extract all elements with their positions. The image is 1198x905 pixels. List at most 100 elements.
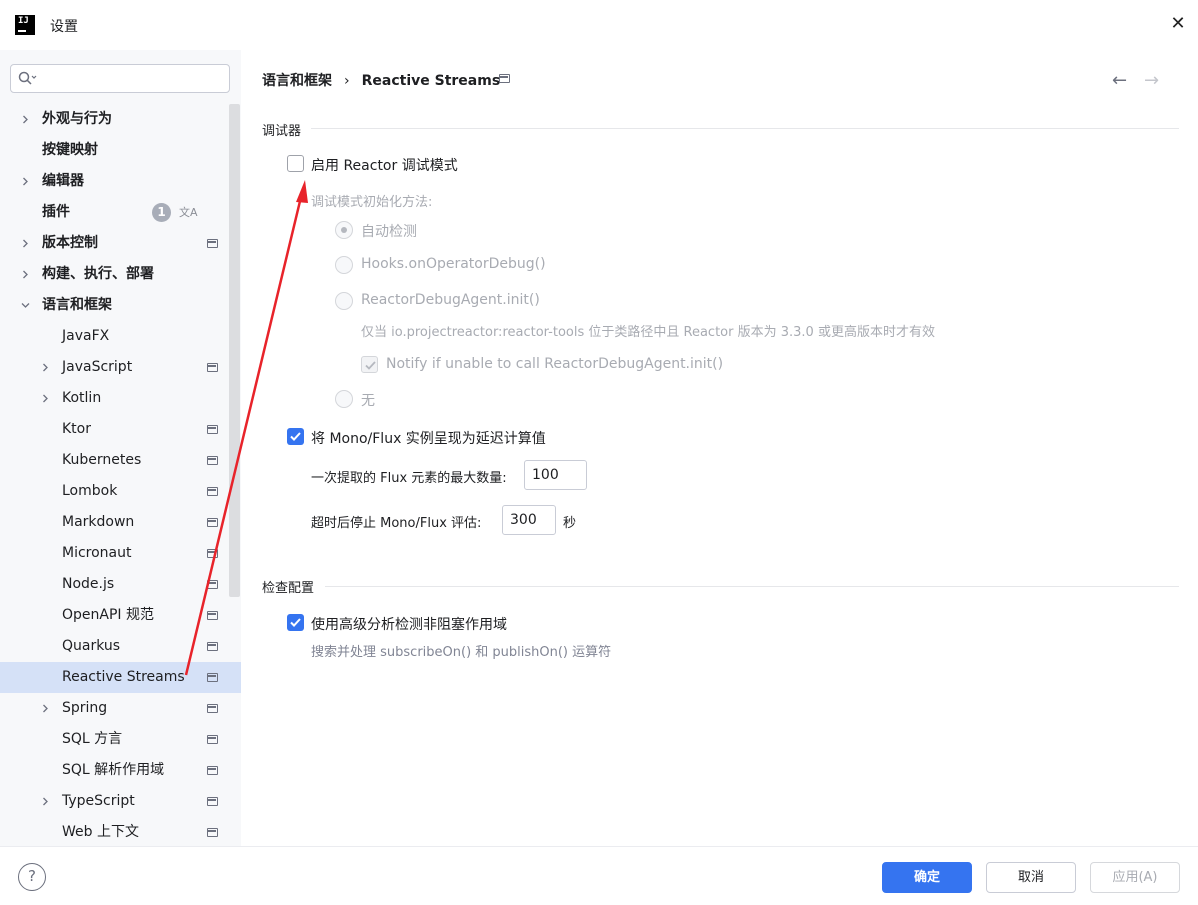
inspections-group-title: 检查配置 (262, 581, 315, 596)
breadcrumb-parent[interactable]: 语言和框架 (262, 73, 332, 89)
sidebar-item-item-6[interactable]: 语言和框架 (0, 290, 241, 321)
chevron-right-icon[interactable] (21, 177, 30, 186)
debugger-group-title: 调试器 (262, 124, 302, 139)
lazy-render-checkbox[interactable] (287, 428, 304, 445)
chevron-right-icon[interactable] (21, 115, 30, 124)
project-scope-icon (207, 704, 218, 713)
sidebar-item-javascript[interactable]: JavaScript (0, 352, 241, 383)
sidebar-item-kubernetes[interactable]: Kubernetes (0, 445, 241, 476)
inspections-separator (325, 586, 1179, 587)
agent-requirement-hint: 仅当 io.projectreactor:reactor-tools 位于类路径… (361, 325, 935, 340)
enable-reactor-debug-label[interactable]: 启用 Reactor 调试模式 (311, 155, 458, 175)
sidebar-item-web[interactable]: Web 上下文 (0, 817, 241, 848)
project-scope-icon (207, 580, 218, 589)
advanced-analysis-checkbox[interactable] (287, 614, 304, 631)
cancel-button[interactable]: 取消 (986, 862, 1076, 893)
sidebar-item-item-3[interactable]: 插件 1 文A (0, 197, 241, 228)
checkmark-icon (290, 618, 301, 627)
sidebar-item-reactive-streams[interactable]: Reactive Streams (0, 662, 241, 693)
sidebar-item-ktor[interactable]: Ktor (0, 414, 241, 445)
notify-agent-failure-label[interactable]: Notify if unable to call ReactorDebugAge… (386, 356, 723, 372)
sidebar-item-node-js[interactable]: Node.js (0, 569, 241, 600)
update-count-badge: 1 (152, 203, 171, 222)
advanced-analysis-hint: 搜索并处理 subscribeOn() 和 publishOn() 运算符 (311, 645, 612, 660)
project-scope-icon (207, 828, 218, 837)
project-scope-icon (207, 363, 218, 372)
sidebar-item-micronaut[interactable]: Micronaut (0, 538, 241, 569)
apply-button[interactable]: 应用(A) (1090, 862, 1180, 893)
sidebar-item-item-5[interactable]: 构建、执行、部署 (0, 259, 241, 290)
intellij-logo-icon: IJ (15, 15, 35, 35)
sidebar-item-label: Kubernetes (62, 452, 142, 468)
radio-none[interactable] (335, 390, 353, 408)
chevron-right-icon[interactable] (41, 363, 50, 372)
chevron-right-icon[interactable] (21, 239, 30, 248)
chevron-right-icon[interactable] (21, 270, 30, 279)
sidebar-scrollbar[interactable] (229, 104, 240, 597)
sidebar-item-sql[interactable]: SQL 方言 (0, 724, 241, 755)
chevron-down-icon[interactable] (21, 301, 30, 310)
chevron-right-icon[interactable] (41, 704, 50, 713)
window-title: 设置 (50, 19, 78, 35)
sidebar-item-openapi[interactable]: OpenAPI 规范 (0, 600, 241, 631)
sidebar-item-label: Lombok (62, 483, 118, 499)
title-bar: IJ 设置 ✕ (0, 0, 1198, 50)
settings-tree: 外观与行为 按键映射 编辑器 插件 1 文A 版本控制构建、执行、部署 语言和框架 JavaFX… (0, 104, 241, 848)
sidebar-item-item-2[interactable]: 编辑器 (0, 166, 241, 197)
breadcrumb-separator: › (344, 73, 350, 89)
dialog-footer: ? 确定 取消 应用(A) (0, 846, 1198, 905)
sidebar-item-item-0[interactable]: 外观与行为 (0, 104, 241, 135)
settings-sidebar: 外观与行为 按键映射 编辑器 插件 1 文A 版本控制构建、执行、部署 语言和框架 JavaFX… (0, 50, 241, 846)
chevron-right-icon[interactable] (41, 394, 50, 403)
ok-button[interactable]: 确定 (882, 862, 972, 893)
back-arrow-icon[interactable]: ← (1112, 70, 1127, 92)
sidebar-item-markdown[interactable]: Markdown (0, 507, 241, 538)
radio-auto-detect-label[interactable]: 自动检测 (361, 221, 417, 241)
forward-arrow-icon[interactable]: → (1144, 70, 1159, 92)
project-scope-icon (207, 456, 218, 465)
radio-reactor-debug-agent[interactable] (335, 292, 353, 310)
radio-agent-label[interactable]: ReactorDebugAgent.init() (361, 292, 540, 308)
search-icon (18, 71, 37, 85)
project-scope-icon (207, 797, 218, 806)
sidebar-item-item-1[interactable]: 按键映射 (0, 135, 241, 166)
search-box[interactable] (10, 64, 230, 93)
project-scope-icon (207, 425, 218, 434)
project-scope-icon (207, 549, 218, 558)
help-icon[interactable]: ? (18, 863, 46, 891)
sidebar-item-quarkus[interactable]: Quarkus (0, 631, 241, 662)
timeout-label: 超时后停止 Mono/Flux 评估: (311, 516, 482, 531)
sidebar-item-sql[interactable]: SQL 解析作用域 (0, 755, 241, 786)
sidebar-item-typescript[interactable]: TypeScript (0, 786, 241, 817)
radio-none-label[interactable]: 无 (361, 390, 375, 410)
sidebar-item-label: Spring (62, 700, 108, 716)
sidebar-item-label: Micronaut (62, 545, 132, 561)
project-scope-icon (207, 735, 218, 744)
notify-agent-failure-checkbox[interactable] (361, 356, 378, 373)
sidebar-item-label: JavaFX (62, 328, 110, 344)
radio-hooks-label[interactable]: Hooks.onOperatorDebug() (361, 256, 546, 272)
sidebar-item-label: SQL 解析作用域 (62, 762, 165, 778)
radio-auto-detect[interactable] (335, 221, 353, 239)
close-icon[interactable]: ✕ (1166, 12, 1190, 36)
advanced-analysis-label[interactable]: 使用高级分析检测非阻塞作用域 (311, 614, 507, 634)
project-scope-icon (207, 611, 218, 620)
project-scope-icon (207, 673, 218, 682)
sidebar-item-kotlin[interactable]: Kotlin (0, 383, 241, 414)
sidebar-item-javafx[interactable]: JavaFX (0, 321, 241, 352)
sidebar-item-item-4[interactable]: 版本控制 (0, 228, 241, 259)
enable-reactor-debug-checkbox[interactable] (287, 155, 304, 172)
sidebar-item-lombok[interactable]: Lombok (0, 476, 241, 507)
sidebar-item-spring[interactable]: Spring (0, 693, 241, 724)
breadcrumb-current: Reactive Streams (361, 73, 501, 89)
project-scope-icon (207, 642, 218, 651)
sidebar-item-label: Node.js (62, 576, 115, 592)
radio-hooks-on-operator-debug[interactable] (335, 256, 353, 274)
sidebar-item-label: 版本控制 (42, 235, 98, 251)
lazy-render-label[interactable]: 将 Mono/Flux 实例呈现为延迟计算值 (311, 428, 546, 448)
sidebar-item-label: TypeScript (62, 793, 135, 809)
timeout-input[interactable] (502, 505, 556, 535)
search-input[interactable] (43, 68, 223, 89)
max-flux-input[interactable] (524, 460, 587, 490)
chevron-right-icon[interactable] (41, 797, 50, 806)
